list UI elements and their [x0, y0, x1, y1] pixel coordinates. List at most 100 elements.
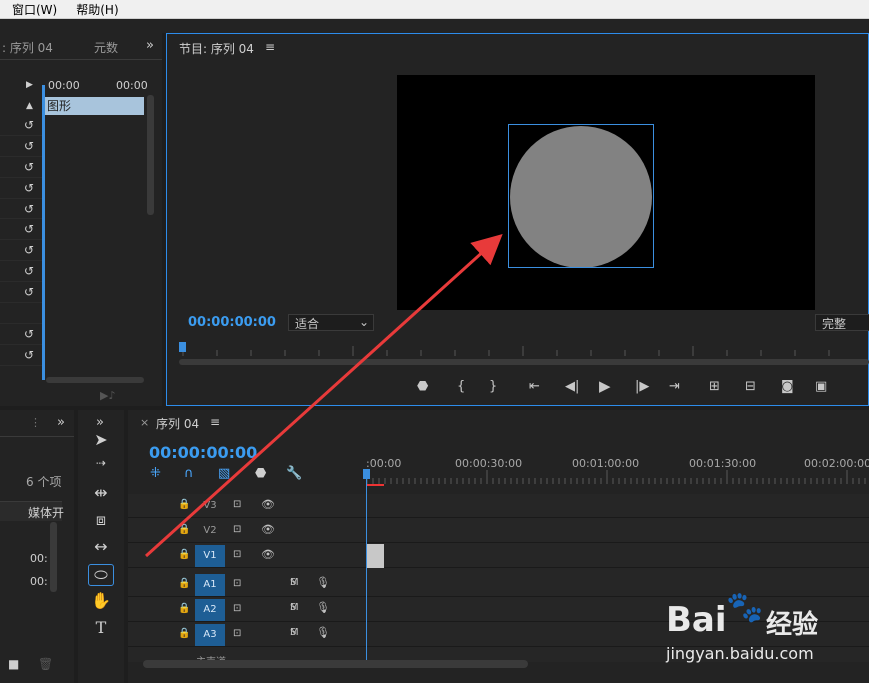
effect-playhead[interactable] [42, 85, 45, 380]
sync-lock-icon[interactable]: ⊡ [233, 499, 241, 510]
hand-tool-icon[interactable]: ✋ [88, 591, 114, 613]
panel-menu-icon[interactable]: ≡ [210, 415, 220, 429]
reset-icon[interactable]: ↺ [24, 202, 34, 216]
program-timecode[interactable]: 00:00:00:00 [188, 315, 276, 330]
track-select-tool-icon[interactable]: ⇢ [88, 456, 114, 478]
timeline-scrollbar[interactable] [143, 660, 528, 668]
zoom-select[interactable]: 适合 ⌄ [288, 314, 374, 331]
horizontal-scrollbar[interactable] [46, 377, 144, 383]
solo-button[interactable]: S [290, 602, 296, 613]
track-target-a3[interactable]: A3 [195, 624, 225, 646]
camera-icon[interactable]: ◙ [781, 379, 794, 394]
solo-button[interactable]: S [290, 577, 296, 588]
type-tool-icon[interactable]: T [88, 618, 114, 640]
work-area-bar[interactable] [366, 484, 384, 486]
mic-icon[interactable]: 🎙 [316, 626, 330, 639]
quality-select[interactable]: 完整 [815, 314, 869, 331]
reset-icon[interactable]: ↺ [24, 160, 34, 174]
nest-icon[interactable]: ⁜ [150, 466, 161, 481]
reset-icon[interactable]: ↺ [24, 327, 34, 341]
reset-icon[interactable]: ↺ [24, 348, 34, 362]
solo-button[interactable]: S [290, 627, 296, 638]
reset-icon[interactable]: ↺ [24, 222, 34, 236]
program-title[interactable]: 节目: 序列 04 [179, 40, 254, 57]
lock-icon[interactable]: 🔒 [178, 524, 190, 535]
reset-icon[interactable]: ↺ [24, 181, 34, 195]
selection-tool-icon[interactable]: ➤ [88, 430, 114, 452]
panel-menu-icon[interactable]: ≡ [265, 40, 275, 54]
graphic-clip[interactable]: 图形 [44, 97, 144, 115]
graphic-clip-v1[interactable] [367, 544, 384, 568]
monitor-playhead[interactable] [179, 342, 186, 352]
playhead-handle[interactable] [363, 469, 370, 479]
timeline-ruler[interactable] [366, 470, 869, 484]
mark-out-icon[interactable]: } [489, 379, 497, 394]
lock-icon[interactable]: 🔒 [178, 628, 190, 639]
selection-box[interactable] [508, 124, 654, 268]
panel-options-icon[interactable]: ⋮ [30, 416, 41, 429]
wrench-icon[interactable]: 🔧 [286, 466, 302, 481]
ellipse-tool-icon[interactable]: ⬭ [88, 564, 114, 586]
reset-icon[interactable]: ↺ [24, 264, 34, 278]
slip-tool-icon[interactable]: ↔ [88, 537, 114, 559]
track-target-v2[interactable]: V2 [195, 520, 225, 542]
step-forward-icon[interactable]: |▶ [635, 379, 649, 394]
new-item-icon[interactable]: ■ [8, 657, 19, 671]
vertical-scrollbar[interactable] [147, 95, 154, 215]
sync-lock-icon[interactable]: ⊡ [233, 628, 241, 639]
play-icon[interactable]: ▶ [599, 377, 611, 395]
track-target-v1[interactable]: V1 [195, 545, 225, 567]
panel-menu-icon[interactable]: » [146, 38, 154, 53]
video-preview[interactable] [397, 75, 815, 310]
timeline-playhead[interactable] [366, 470, 367, 668]
ripple-edit-tool-icon[interactable]: ⇹ [88, 483, 114, 505]
razor-tool-icon[interactable]: ⧈ [88, 510, 114, 532]
mic-icon[interactable]: 🎙 [316, 576, 330, 589]
lock-icon[interactable]: 🔒 [178, 499, 190, 510]
media-start-column[interactable]: 媒体开 [28, 504, 64, 521]
export-icon[interactable]: ▶♪ [100, 389, 115, 402]
sync-lock-icon[interactable]: ⊡ [233, 603, 241, 614]
go-to-out-icon[interactable]: ⇥ [669, 379, 680, 394]
panel-tab-metadata[interactable]: 元数 [94, 39, 118, 56]
panel-menu-icon[interactable]: » [57, 415, 65, 430]
extract-icon[interactable]: ⊟ [745, 379, 756, 394]
reset-icon[interactable]: ↺ [24, 118, 34, 132]
reset-icon[interactable]: ↺ [24, 285, 34, 299]
lock-icon[interactable]: 🔒 [178, 578, 190, 589]
track-target-a2[interactable]: A2 [195, 599, 225, 621]
mic-icon[interactable]: 🎙 [316, 601, 330, 614]
play-icon[interactable]: ▶ [26, 80, 33, 90]
comparison-icon[interactable]: ▣ [815, 379, 827, 394]
timeline-tab[interactable]: 序列 04 [156, 415, 199, 432]
add-marker-icon[interactable]: ⬣ [255, 466, 266, 481]
lock-icon[interactable]: 🔒 [178, 603, 190, 614]
lift-icon[interactable]: ⊞ [709, 379, 720, 394]
eye-icon[interactable]: 👁 [261, 523, 275, 536]
eye-icon[interactable]: 👁 [261, 548, 275, 561]
track-target-v3[interactable]: V3 [195, 495, 225, 517]
reset-icon[interactable]: ↺ [24, 243, 34, 257]
sync-lock-icon[interactable]: ⊡ [233, 524, 241, 535]
menu-window[interactable]: 窗口(W) [0, 1, 64, 18]
timeline-timecode[interactable]: 00:00:00:00 [149, 443, 257, 462]
lock-icon[interactable]: 🔒 [178, 549, 190, 560]
trash-icon[interactable]: 🗑 [38, 657, 53, 671]
mark-in-icon[interactable]: { [457, 379, 465, 394]
track-target-a1[interactable]: A1 [195, 574, 225, 596]
panel-menu-icon[interactable]: » [96, 415, 104, 430]
sync-lock-icon[interactable]: ⊡ [233, 549, 241, 560]
snap-icon[interactable]: ∩ [184, 466, 194, 481]
vertical-scrollbar[interactable] [50, 522, 57, 592]
panel-tab-sequence[interactable]: : 序列 04 [2, 39, 53, 56]
linked-selection-icon[interactable]: ▧ [218, 466, 230, 481]
step-back-icon[interactable]: ◀| [565, 379, 579, 394]
menu-help[interactable]: 帮助(H) [64, 1, 125, 18]
add-marker-icon[interactable]: ⬣ [417, 379, 428, 394]
monitor-zoom-bar[interactable] [179, 359, 869, 365]
reset-icon[interactable]: ↺ [24, 139, 34, 153]
collapse-icon[interactable]: ▲ [26, 101, 33, 111]
eye-icon[interactable]: 👁 [261, 498, 275, 511]
sync-lock-icon[interactable]: ⊡ [233, 578, 241, 589]
close-icon[interactable]: × [140, 416, 149, 429]
